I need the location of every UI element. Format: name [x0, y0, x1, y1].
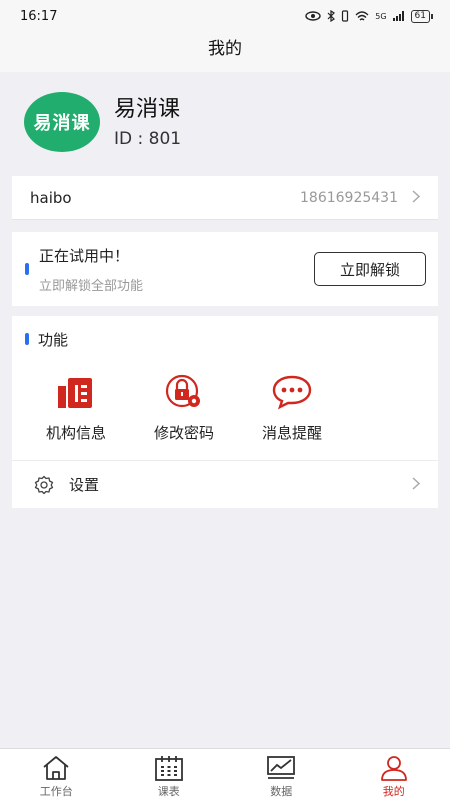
tab-label: 我的	[382, 785, 405, 798]
features-marker	[25, 333, 29, 345]
logo-text: 易消课	[33, 113, 91, 134]
status-time: 16:17	[20, 8, 58, 24]
trial-title: 正在试用中！	[39, 246, 130, 265]
battery-indicator: 61	[410, 9, 434, 23]
status-icons: 5G 61	[305, 9, 434, 23]
feature-message-reminder[interactable]: 消息提醒	[238, 362, 346, 458]
trial-subtitle: 立即解锁全部功能	[39, 278, 144, 294]
tab-workbench[interactable]: 工作台	[0, 749, 113, 800]
tab-schedule[interactable]: 课表	[113, 749, 226, 800]
trial-card: 正在试用中！ 立即解锁全部功能 立即解锁	[12, 232, 438, 306]
user-id: ID : 801	[114, 129, 182, 149]
status-bar: 16:17 5G 61	[0, 0, 450, 32]
lock-gear-icon	[165, 374, 200, 408]
profile-section: 易消课 易消课 ID : 801	[0, 72, 450, 172]
signal-icon	[392, 11, 404, 21]
feature-change-password[interactable]: 修改密码	[130, 362, 238, 458]
vibrate-icon	[342, 10, 349, 22]
chevron-right-icon	[412, 188, 421, 207]
settings-row[interactable]: 设置	[12, 460, 438, 508]
calendar-icon	[154, 756, 183, 781]
tab-data[interactable]: 数据	[225, 749, 338, 800]
feature-label: 机构信息	[45, 424, 106, 442]
eye-icon	[305, 11, 321, 21]
user-account-row[interactable]: haibo 18616925431	[12, 176, 438, 220]
chat-bubble-icon	[272, 375, 312, 410]
unlock-button[interactable]: 立即解锁	[314, 252, 426, 286]
username: haibo	[30, 188, 72, 207]
page-title: 我的	[0, 32, 450, 72]
feature-label: 消息提醒	[261, 424, 322, 442]
tab-label: 工作台	[39, 785, 73, 798]
feature-org-info[interactable]: 机构信息	[22, 362, 130, 458]
wifi-icon	[355, 10, 369, 20]
user-icon	[380, 756, 407, 781]
home-icon	[43, 756, 69, 780]
tab-label: 课表	[157, 785, 180, 798]
features-title: 功能	[38, 330, 69, 349]
tab-label: 数据	[270, 785, 293, 798]
tab-mine[interactable]: 我的	[338, 749, 450, 800]
bluetooth-icon	[327, 10, 336, 22]
gear-icon	[34, 475, 54, 494]
app-logo: 易消课	[24, 92, 100, 152]
chart-icon	[267, 756, 296, 779]
app-name: 易消课	[114, 97, 181, 122]
phone-number: 18616925431	[300, 189, 398, 206]
features-card: 功能 机构信息 修改密码 消息提醒 设置	[12, 316, 438, 508]
building-icon	[58, 378, 92, 408]
network-label: 5G	[375, 11, 387, 21]
feature-label: 修改密码	[153, 424, 214, 442]
bottom-tab-bar: 工作台 课表 数据 我的	[0, 748, 450, 800]
settings-label: 设置	[69, 476, 100, 494]
trial-marker	[25, 263, 29, 275]
chevron-right-icon	[412, 475, 421, 494]
